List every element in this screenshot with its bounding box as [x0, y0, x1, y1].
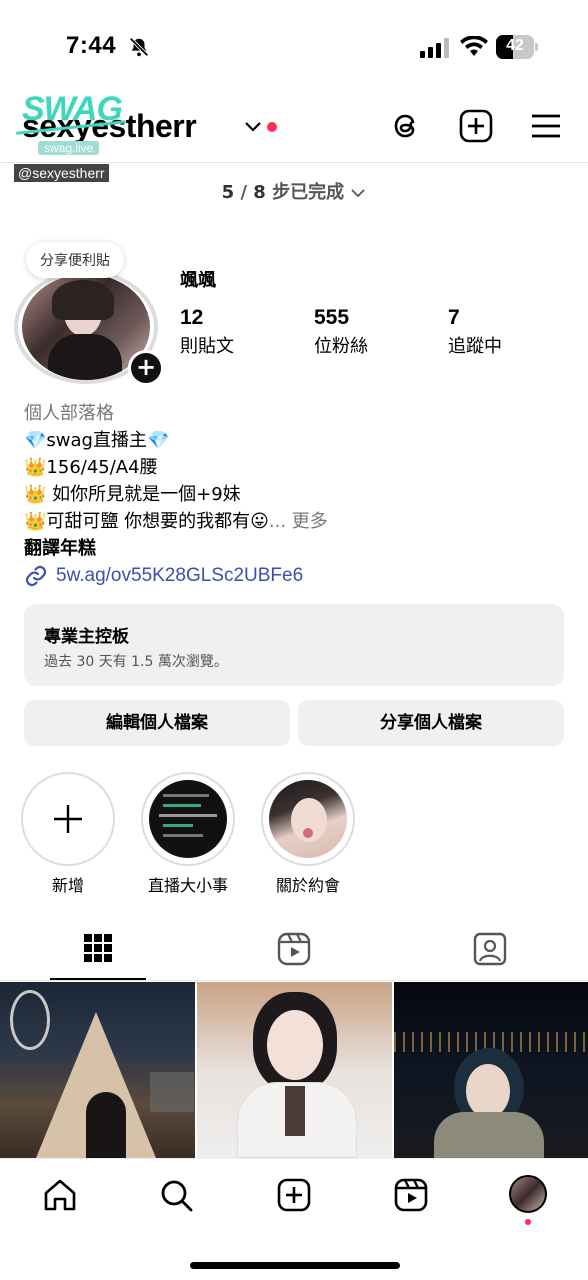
bio-line: 💎swag直播主💎 — [24, 430, 170, 451]
share-profile-button[interactable]: 分享個人檔案 — [298, 700, 564, 746]
profile-completion-progress[interactable]: 5 / 8 步已完成 — [0, 178, 588, 204]
plus-icon — [54, 805, 82, 833]
tab-divider — [0, 980, 588, 981]
threads-icon[interactable] — [388, 108, 424, 144]
chevron-down-icon — [351, 189, 366, 198]
link-icon — [25, 565, 47, 586]
post-thumbnail[interactable] — [197, 982, 392, 1158]
professional-dashboard[interactable]: 專業主控板 過去 30 天有 1.5 萬次瀏覽。 — [24, 604, 564, 686]
home-icon[interactable] — [42, 1177, 78, 1213]
followers-count[interactable]: 555 位粉絲 — [314, 306, 368, 358]
create-icon[interactable] — [276, 1177, 312, 1213]
reels-icon[interactable] — [393, 1177, 429, 1213]
menu-icon[interactable] — [528, 108, 564, 144]
profile-bio: 個人部落格 💎swag直播主💎 👑156/45/A4腰 👑 如你所見就是一個+9… — [24, 400, 564, 589]
notification-dot — [267, 122, 277, 132]
dashboard-subtitle: 過去 30 天有 1.5 萬次瀏覽。 — [44, 654, 228, 670]
bio-line: 👑156/45/A4腰 — [24, 457, 158, 478]
wifi-icon — [460, 36, 488, 56]
post-thumbnail[interactable] — [0, 982, 195, 1158]
profile-tab-avatar[interactable] — [509, 1175, 547, 1213]
bio-more-link[interactable]: ... 更多 — [269, 511, 328, 532]
bell-off-icon — [129, 37, 149, 57]
status-bar: 7:44 42 — [0, 0, 588, 92]
grid-tab-icon[interactable] — [78, 930, 118, 970]
highlight-about-dating[interactable]: 關於約會 — [260, 772, 356, 896]
bio-line: 👑 如你所見就是一個+9妹 — [24, 484, 241, 505]
status-time: 7:44 — [66, 32, 117, 59]
display-name: 颯颯 — [180, 270, 216, 291]
header-divider — [0, 162, 588, 163]
edit-profile-button[interactable]: 編輯個人檔案 — [24, 700, 290, 746]
reels-tab-icon[interactable] — [274, 930, 314, 970]
battery-icon: 42 — [496, 35, 538, 59]
highlight-live-stories[interactable]: 直播大小事 — [140, 772, 236, 896]
posts-count[interactable]: 12 則貼文 — [180, 306, 234, 358]
bio-category: 個人部落格 — [24, 403, 114, 424]
chevron-down-icon[interactable] — [244, 120, 262, 134]
search-icon[interactable] — [158, 1177, 194, 1213]
profile-avatar[interactable]: + — [14, 270, 164, 386]
create-post-icon[interactable] — [458, 108, 494, 144]
translate-link[interactable]: 翻譯年糕 — [24, 535, 564, 562]
bio-line: 👑可甜可鹽 你想要的我都有😛... 更多 — [24, 511, 328, 532]
highlight-new[interactable]: 新增 — [20, 772, 116, 896]
notification-dot — [525, 1219, 531, 1225]
post-thumbnail[interactable] — [394, 982, 588, 1158]
add-story-button[interactable]: + — [128, 350, 164, 386]
dashboard-title: 專業主控板 — [44, 627, 129, 647]
bio-link[interactable]: 5w.ag/ov55K28GLSc2UBFe6 — [24, 562, 564, 589]
battery-level: 42 — [506, 37, 524, 54]
following-count[interactable]: 7 追蹤中 — [448, 306, 502, 358]
signal-icon — [420, 38, 449, 58]
swag-watermark-url: swag.live — [38, 141, 100, 155]
share-note-bubble[interactable]: 分享便利貼 — [26, 242, 124, 278]
home-indicator[interactable] — [190, 1262, 400, 1269]
tagged-tab-icon[interactable] — [470, 930, 510, 970]
profile-header: sexyestherr SWAG swag.live — [0, 90, 588, 162]
